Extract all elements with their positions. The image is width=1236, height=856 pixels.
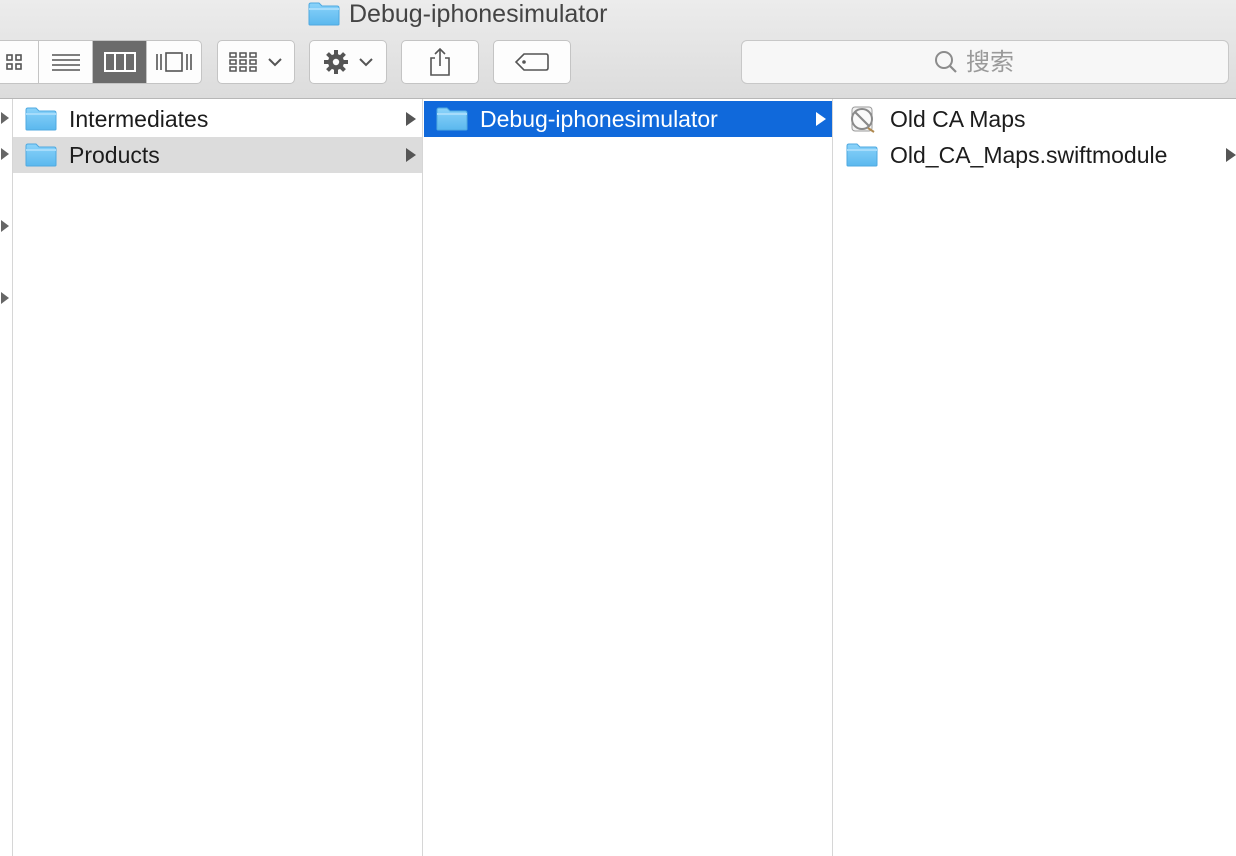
search-input[interactable] — [966, 48, 1036, 76]
column-1: Intermediates Products — [13, 99, 423, 856]
item-name: Products — [69, 141, 160, 168]
item-name: Intermediates — [69, 105, 209, 132]
column-2: Debug-iphonesimulator — [424, 99, 833, 856]
arrange-button[interactable] — [217, 40, 295, 84]
list-item[interactable]: Debug-iphonesimulator — [424, 101, 832, 137]
chevron-down-icon — [359, 58, 373, 67]
toolbar: Debug-iphonesimulator — [0, 0, 1236, 99]
folder-icon — [25, 105, 59, 133]
window-title-text: Debug-iphonesimulator — [349, 0, 608, 28]
item-name: Debug-iphonesimulator — [480, 105, 718, 132]
arrange-grid-icon — [229, 52, 257, 72]
share-icon — [430, 47, 450, 76]
tag-icon — [514, 53, 549, 71]
item-name: Old_CA_Maps.swiftmodule — [890, 141, 1168, 168]
window-title: Debug-iphonesimulator — [308, 0, 607, 28]
action-button[interactable] — [309, 40, 387, 84]
search-icon — [935, 51, 957, 73]
list-lines-icon — [51, 54, 80, 71]
disclosure-arrow-icon — [1, 220, 9, 232]
list-item[interactable]: Old CA Maps — [834, 101, 1236, 137]
disclosure-arrow-icon — [816, 112, 826, 126]
folder-icon — [846, 141, 880, 169]
icon-grid-icon — [5, 54, 22, 70]
column-view-button[interactable] — [93, 41, 147, 83]
icon-view-button[interactable] — [0, 41, 39, 83]
column-browser: Intermediates Products Debug-iphonesimul… — [0, 99, 1236, 856]
disclosure-arrow-icon — [1, 148, 9, 160]
disclosure-arrow-icon — [1, 112, 9, 124]
list-item[interactable]: Intermediates — [13, 101, 422, 137]
column-parent-stub — [0, 99, 13, 856]
columns-icon — [103, 52, 136, 72]
item-name: Old CA Maps — [890, 105, 1026, 132]
cover-flow-view-button[interactable] — [147, 41, 201, 83]
disclosure-arrow-icon — [406, 112, 416, 126]
app-prohibited-icon — [846, 105, 880, 133]
disclosure-arrow-icon — [1226, 148, 1236, 162]
tag-button[interactable] — [493, 40, 571, 84]
list-view-button[interactable] — [39, 41, 93, 83]
folder-icon — [436, 105, 470, 133]
list-item[interactable]: Old_CA_Maps.swiftmodule — [834, 137, 1236, 173]
disclosure-arrow-icon — [406, 148, 416, 162]
list-item[interactable]: Products — [13, 137, 422, 173]
cover-flow-icon — [156, 52, 192, 72]
column-3: Old CA Maps Old_CA_Maps.swiftmodule — [834, 99, 1236, 856]
folder-icon — [308, 2, 340, 26]
search-field[interactable] — [741, 40, 1229, 84]
share-button[interactable] — [401, 40, 479, 84]
disclosure-arrow-icon — [1, 292, 9, 304]
gear-icon — [324, 50, 348, 74]
chevron-down-icon — [268, 58, 282, 67]
view-mode-control — [0, 40, 202, 84]
folder-icon — [25, 141, 59, 169]
